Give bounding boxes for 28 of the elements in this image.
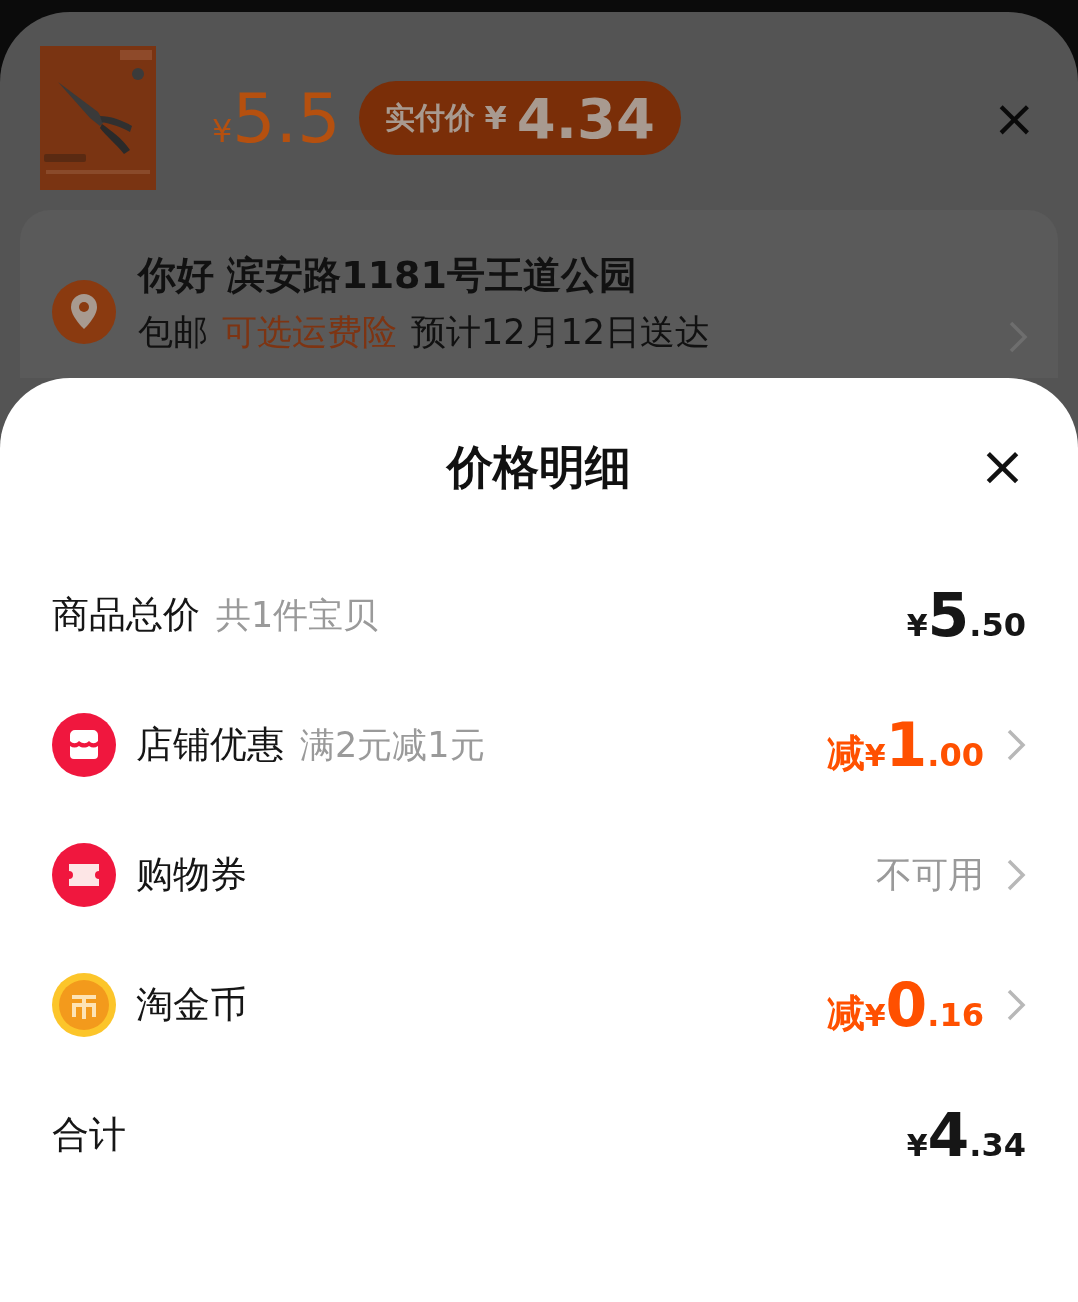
chevron-icon[interactable]: [1006, 728, 1026, 762]
ticket-icon: [52, 843, 116, 907]
shipping-label: 包邮: [138, 311, 208, 354]
shop-icon: [52, 713, 116, 777]
row-amount: 减¥0.16: [826, 970, 984, 1040]
close-button[interactable]: ×: [979, 438, 1026, 494]
row-amount: ¥5.50: [906, 580, 1026, 650]
row-label: 商品总价: [52, 592, 200, 638]
sheet-title: 价格明细: [447, 439, 631, 496]
row-note: 满2元减1元: [300, 723, 485, 767]
chevron-icon[interactable]: [1006, 988, 1026, 1022]
address-card[interactable]: 你好 滨安路1181号王道公园 包邮 可选运费险 预计12月12日送达: [20, 210, 1058, 378]
chevron-icon[interactable]: [1006, 858, 1026, 892]
delivery-estimate: 预计12月12日送达: [411, 311, 711, 354]
row-status: 不可用: [876, 852, 984, 897]
row-amount: ¥4.34: [906, 1100, 1026, 1170]
row-label: 合计: [52, 1112, 126, 1158]
row-label: 店铺优惠: [136, 722, 284, 768]
row-amount: 减¥1.00: [826, 710, 984, 780]
row-label: 淘金币: [136, 982, 247, 1028]
row-label: 购物券: [136, 852, 247, 898]
row-note: 共1件宝贝: [216, 593, 379, 637]
location-pin-icon: [52, 280, 116, 344]
close-icon[interactable]: ×: [992, 88, 1036, 148]
paid-price-badge: 实付价 ¥ 4.34: [358, 81, 681, 155]
coin-icon: [52, 973, 116, 1037]
address-title: 你好 滨安路1181号王道公园: [138, 252, 638, 299]
product-price: ¥5.5: [212, 78, 341, 158]
